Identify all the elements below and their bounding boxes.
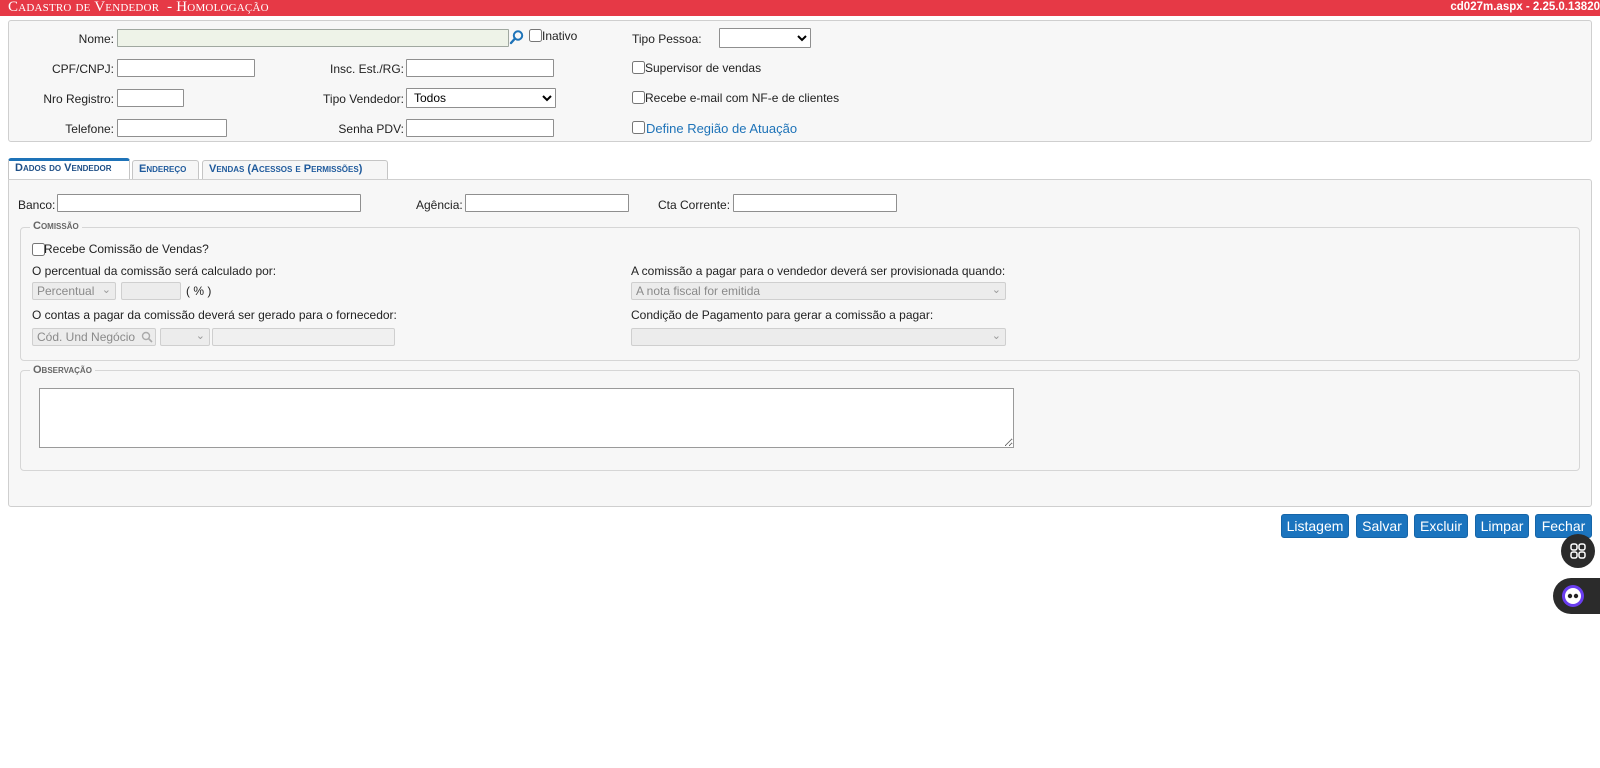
apps-grid-icon[interactable]	[1561, 534, 1595, 568]
cta-corrente-label: Cta Corrente:	[658, 198, 731, 212]
listagem-button[interactable]: Listagem	[1281, 514, 1349, 538]
comissao-legend: Comissão	[30, 220, 82, 232]
provisionada-label: A comissão a pagar para o vendedor dever…	[631, 264, 1006, 278]
contas-pagar-label: O contas a pagar da comissão deverá ser …	[32, 308, 397, 322]
recebe-comissao-label: Recebe Comissão de Vendas?	[44, 242, 209, 256]
tipo-vendedor-select[interactable]: Todos	[406, 88, 556, 108]
inativo-checkbox[interactable]	[529, 29, 542, 42]
provisionada-select[interactable]: A nota fiscal for emitida ⌄	[631, 282, 1006, 300]
fornecedor-name-field[interactable]	[212, 328, 395, 346]
cta-corrente-field[interactable]	[733, 194, 897, 212]
recebe-email-label: Recebe e-mail com NF-e de clientes	[645, 91, 840, 105]
telefone-label: Telefone:	[65, 122, 114, 136]
nro-registro-label: Nro Registro:	[43, 92, 114, 106]
insc-est-label: Insc. Est./RG:	[329, 62, 404, 76]
percentual-select[interactable]: Percentual ⌄	[32, 282, 116, 300]
supervisor-checkbox[interactable]	[632, 61, 645, 74]
nro-registro-field[interactable]	[117, 89, 184, 107]
chevron-down-icon: ⌄	[991, 284, 1001, 296]
observacao-textarea[interactable]	[39, 388, 1014, 448]
page-title: Cadastro de Vendedor - Homologação	[8, 0, 269, 15]
version-label: cd027m.aspx - 2.25.0.13820	[1450, 1, 1600, 13]
cpf-cnpj-field[interactable]	[117, 59, 255, 77]
search-icon[interactable]	[141, 331, 153, 346]
excluir-button[interactable]: Excluir	[1414, 514, 1468, 538]
senha-pdv-label: Senha PDV:	[338, 122, 404, 136]
nome-field[interactable]	[117, 29, 509, 47]
senha-pdv-field[interactable]	[406, 119, 554, 137]
percentual-select-value: Percentual	[37, 284, 95, 298]
chevron-down-icon: ⌄	[991, 330, 1001, 342]
fornecedor-type-select[interactable]: ⌄	[160, 328, 210, 346]
recebe-email-checkbox[interactable]	[632, 91, 645, 104]
insc-est-field[interactable]	[406, 59, 554, 77]
percent-unit-label: ( % )	[186, 284, 212, 298]
cod-und-negocio-field[interactable]: Cód. Und Negócio	[32, 328, 156, 346]
cod-und-negocio-placeholder: Cód. Und Negócio	[37, 330, 136, 344]
chevron-down-icon: ⌄	[101, 284, 111, 296]
inativo-label: Inativo	[542, 29, 578, 43]
search-icon[interactable]	[509, 29, 525, 45]
define-regiao-link[interactable]: Define Região de Atuação	[646, 121, 797, 136]
provisionada-select-value: A nota fiscal for emitida	[636, 284, 761, 298]
tipo-vendedor-label: Tipo Vendedor:	[323, 92, 404, 106]
salvar-button[interactable]: Salvar	[1356, 514, 1408, 538]
nome-label: Nome:	[78, 32, 114, 46]
tipo-pessoa-select[interactable]	[719, 28, 811, 48]
percentual-label: O percentual da comissão será calculado …	[32, 264, 277, 278]
banco-label: Banco:	[18, 198, 56, 212]
condicao-pagamento-label: Condição de Pagamento para gerar a comis…	[631, 308, 934, 322]
condicao-pagamento-select[interactable]: ⌄	[631, 328, 1006, 346]
tab-endereco[interactable]: Endereço	[132, 160, 199, 180]
assistant-widget[interactable]	[1553, 578, 1600, 614]
supervisor-label: Supervisor de vendas	[645, 61, 762, 75]
banco-field[interactable]	[57, 194, 361, 212]
tipo-pessoa-label: Tipo Pessoa:	[632, 32, 702, 46]
define-regiao-checkbox[interactable]	[632, 121, 645, 134]
limpar-button[interactable]: Limpar	[1475, 514, 1529, 538]
chevron-down-icon: ⌄	[195, 330, 205, 342]
assistant-bot-icon	[1562, 585, 1584, 607]
telefone-field[interactable]	[117, 119, 227, 137]
cpf-cnpj-label: CPF/CNPJ:	[51, 62, 114, 76]
percentual-value-field[interactable]	[121, 282, 181, 300]
tab-vendas-acessos[interactable]: Vendas (Acessos e Permissões)	[202, 160, 388, 180]
agencia-field[interactable]	[465, 194, 629, 212]
tab-dados-vendedor[interactable]: Dados do Vendedor	[8, 158, 130, 179]
agencia-label: Agência:	[416, 198, 463, 212]
observacao-legend: Observação	[30, 364, 95, 376]
title-bar: Cadastro de Vendedor - Homologação cd027…	[0, 0, 1600, 16]
